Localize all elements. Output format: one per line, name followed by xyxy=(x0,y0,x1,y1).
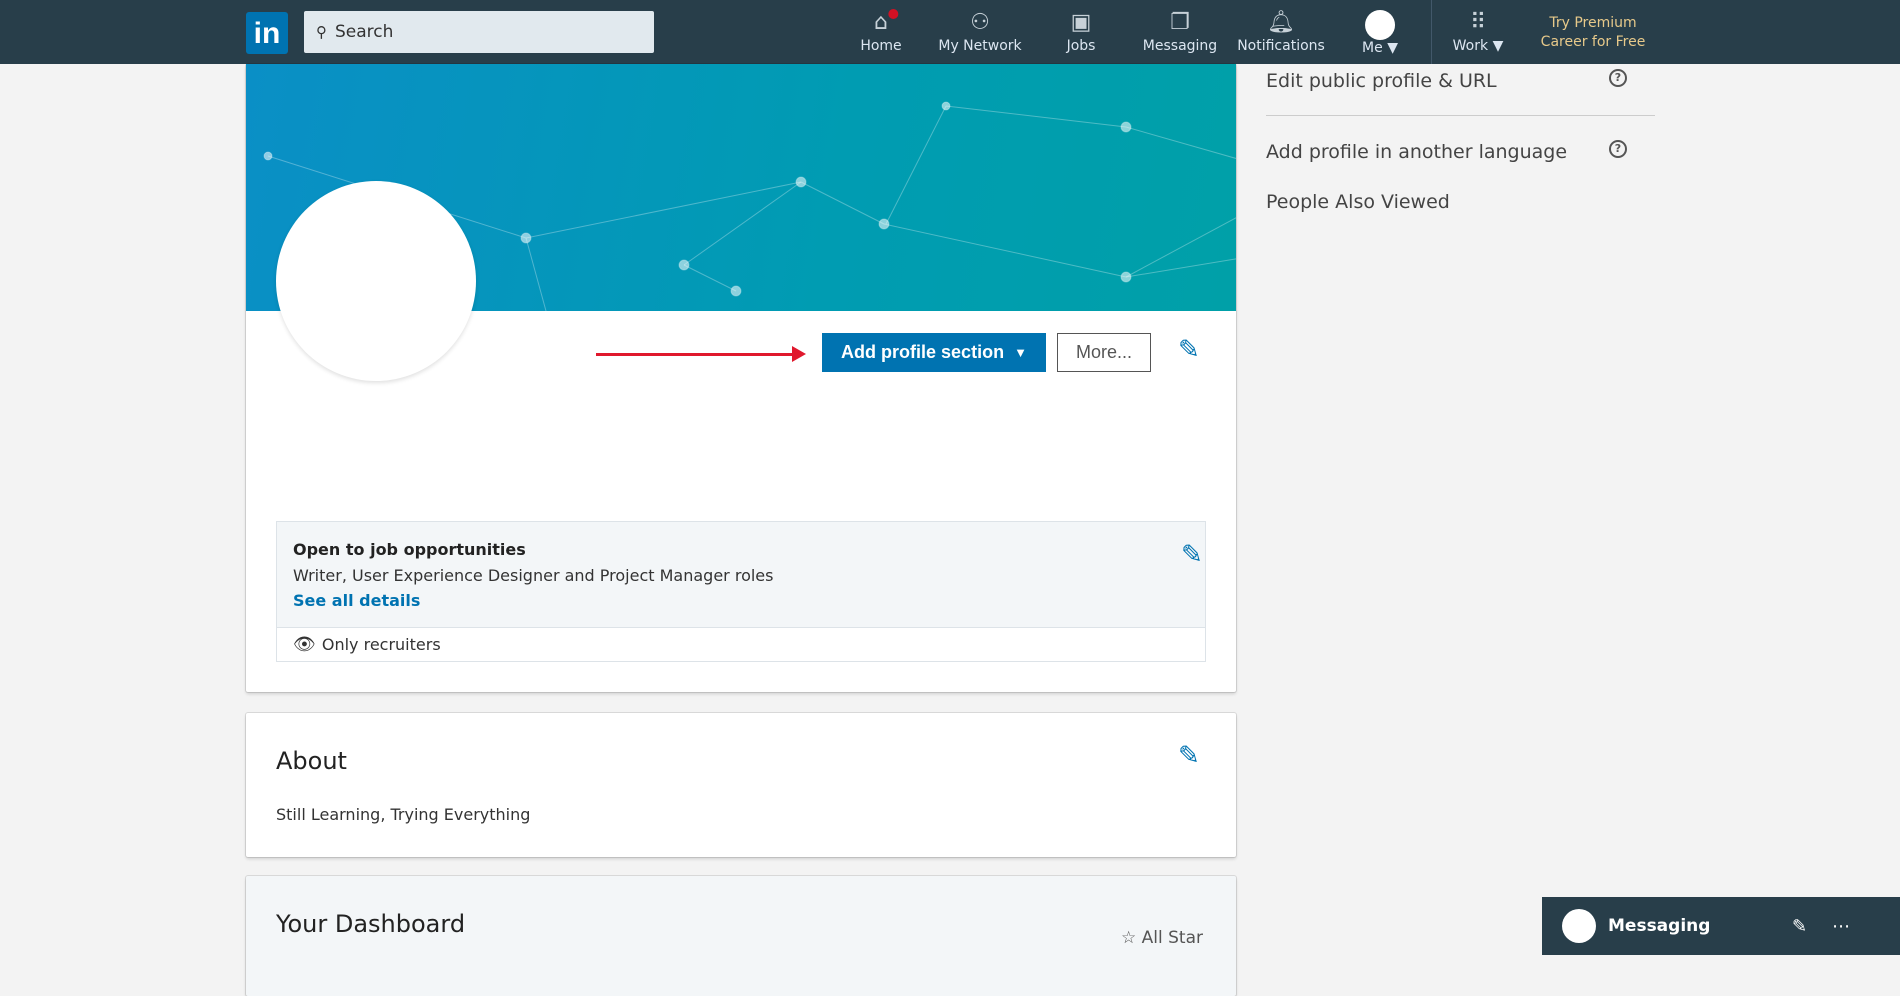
nav-messaging[interactable]: ❐ Messaging xyxy=(1143,8,1217,54)
add-language-profile-link[interactable]: Add profile in another language xyxy=(1266,141,1567,163)
caret-down-icon: ▼ xyxy=(1387,40,1398,56)
nav-work[interactable]: ⠿ Work ▼ xyxy=(1453,8,1504,54)
more-options-icon[interactable]: ⋯ xyxy=(1832,916,1850,937)
nav-me[interactable]: Me ▼ xyxy=(1362,8,1398,56)
search-placeholder: Search xyxy=(335,22,394,42)
linkedin-logo[interactable]: in xyxy=(246,12,288,54)
nav-jobs[interactable]: ▣ Jobs xyxy=(1067,8,1096,54)
grid-icon: ⠿ xyxy=(1469,10,1487,35)
dashboard-card: Your Dashboard ☆ All Star xyxy=(246,876,1236,996)
more-button[interactable]: More... xyxy=(1057,333,1151,372)
nav-notifications[interactable]: 🔔︎ Notifications xyxy=(1237,8,1325,54)
sidebar-divider xyxy=(1266,115,1655,116)
nav-label: Me xyxy=(1362,40,1383,56)
star-icon: ☆ xyxy=(1121,928,1137,948)
edit-intro-pencil-icon[interactable]: ✎ xyxy=(1178,335,1200,365)
help-icon[interactable]: ? xyxy=(1609,140,1627,158)
search-input[interactable]: ⚲ Search xyxy=(304,11,654,53)
edit-public-profile-link[interactable]: Edit public profile & URL xyxy=(1266,70,1497,92)
premium-line1: Try Premium xyxy=(1549,15,1637,31)
open-to-job-roles: Writer, User Experience Designer and Pro… xyxy=(293,566,774,585)
nav-label: Messaging xyxy=(1142,38,1218,54)
avatar xyxy=(1365,10,1395,40)
nav-my-network[interactable]: ⚇ My Network xyxy=(938,8,1021,54)
search-icon: ⚲ xyxy=(316,23,327,41)
caret-down-icon: ▼ xyxy=(1014,345,1027,360)
avatar xyxy=(1562,909,1596,943)
briefcase-icon: ▣ xyxy=(1070,10,1092,35)
nav-label: Jobs xyxy=(1066,38,1096,54)
caret-down-icon: ▼ xyxy=(1492,38,1504,54)
nav-label: Home xyxy=(860,38,902,54)
annotation-arrow xyxy=(596,346,806,362)
messaging-icon: ❐ xyxy=(1170,10,1190,35)
about-text: Still Learning, Trying Everything xyxy=(276,805,531,824)
button-label: Add profile section xyxy=(841,342,1005,362)
profile-photo[interactable] xyxy=(276,181,476,381)
open-to-job-box: Open to job opportunities Writer, User E… xyxy=(276,521,1206,662)
open-to-job-title: Open to job opportunities xyxy=(293,540,526,559)
premium-line2: Career for Free xyxy=(1540,34,1646,50)
people-also-viewed-heading: People Also Viewed xyxy=(1266,191,1450,213)
try-premium-link[interactable]: Try Premium Career for Free xyxy=(1541,14,1646,52)
nav-label: Work xyxy=(1452,38,1489,54)
visibility-label: Only recruiters xyxy=(321,635,441,654)
edit-open-to-job-pencil-icon[interactable]: ✎ xyxy=(1181,540,1203,570)
visibility-row: 👁︎ Only recruiters xyxy=(277,627,1205,661)
see-all-details-link[interactable]: See all details xyxy=(293,591,420,610)
compose-icon[interactable]: ✎ xyxy=(1792,916,1807,937)
dashboard-title: Your Dashboard xyxy=(276,910,466,938)
network-icon: ⚇ xyxy=(970,10,990,35)
add-profile-section-button[interactable]: Add profile section ▼ xyxy=(822,333,1046,372)
nav-label: Notifications xyxy=(1237,38,1325,54)
nav-home[interactable]: ⌂ Home xyxy=(860,7,902,54)
top-nav: in ⚲ Search ⌂ Home ⚇ My Network ▣ Jobs ❐ Mess… xyxy=(0,0,1900,64)
help-icon[interactable]: ? xyxy=(1609,69,1627,87)
eye-icon: 👁︎ xyxy=(293,634,316,655)
all-star-label: All Star xyxy=(1141,928,1203,948)
about-title: About xyxy=(276,747,347,775)
nav-label: My Network xyxy=(938,38,1022,54)
bell-icon: 🔔︎ xyxy=(1267,10,1295,35)
messaging-bar[interactable]: Messaging ✎ ⋯ xyxy=(1542,897,1900,955)
about-card: About ✎ Still Learning, Trying Everythin… xyxy=(246,713,1236,857)
nav-divider xyxy=(1431,0,1432,64)
edit-about-pencil-icon[interactable]: ✎ xyxy=(1178,741,1200,771)
notification-badge xyxy=(886,7,901,21)
messaging-label: Messaging xyxy=(1608,916,1711,936)
